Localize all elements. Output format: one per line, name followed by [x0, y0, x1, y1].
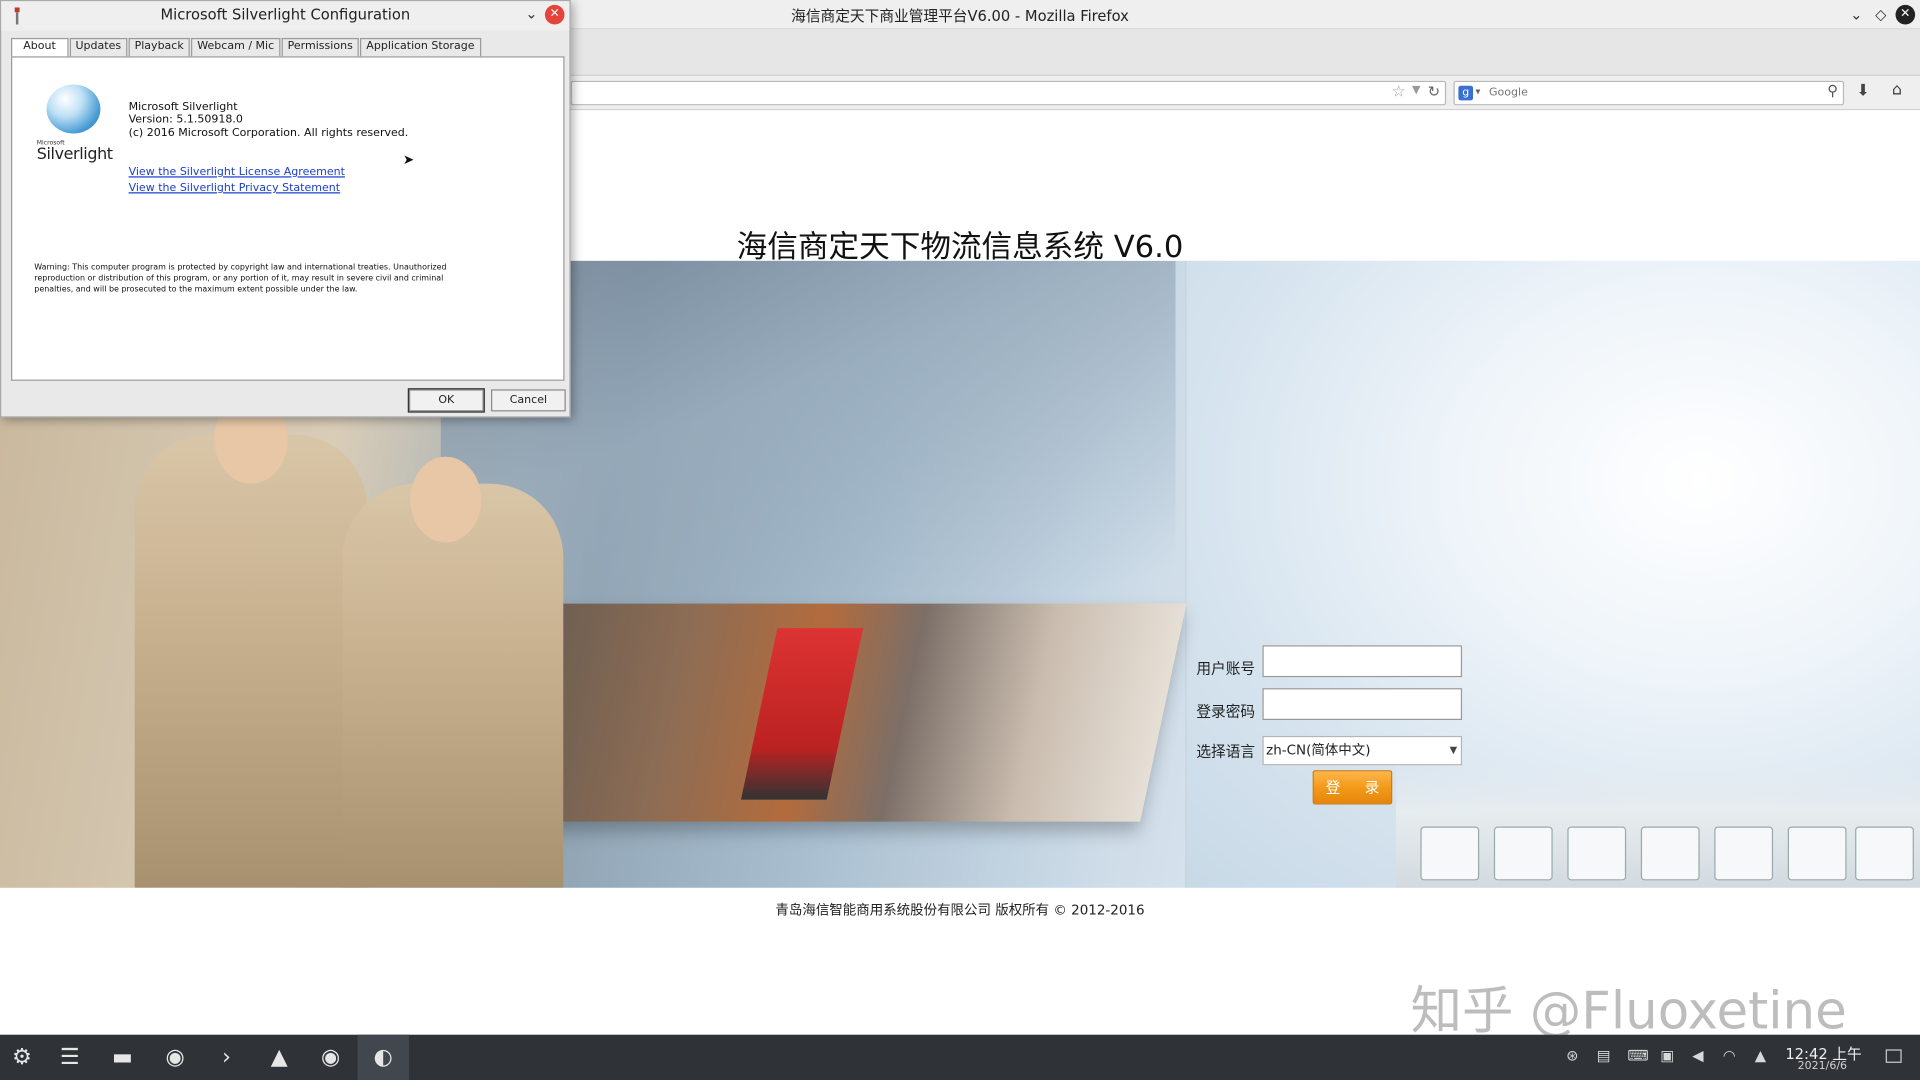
silverlight-config-dialog: Microsoft Silverlight Configuration ⌄ ✕ …	[0, 0, 571, 418]
notifications-icon[interactable]: ▣	[1660, 1047, 1674, 1064]
magnifier-icon[interactable]: ⚲	[1827, 82, 1838, 99]
maximize-icon[interactable]: ◇	[1871, 5, 1891, 25]
tab-updates[interactable]: Updates	[69, 37, 128, 57]
copyright-warning: Warning: This computer program is protec…	[34, 262, 447, 294]
tray-expand-icon[interactable]: ▲	[1755, 1047, 1766, 1064]
worker-male	[134, 434, 368, 888]
tab-application-storage[interactable]: Application Storage	[360, 37, 481, 57]
username-label: 用户账号	[1196, 660, 1256, 678]
silverlight-logo: Microsoft Silverlight	[37, 82, 123, 168]
dialog-titlebar[interactable]: Microsoft Silverlight Configuration ⌄ ✕	[1, 1, 570, 31]
cancel-button[interactable]: Cancel	[491, 389, 566, 412]
search-input[interactable]	[1488, 84, 1808, 102]
truck-shape	[1714, 826, 1774, 881]
silverlight-task-icon[interactable]: ◐	[365, 1040, 402, 1077]
worker-female-head	[410, 456, 482, 543]
clipboard-icon[interactable]: ▤	[1597, 1047, 1611, 1064]
file-manager-icon[interactable]: ▬	[104, 1040, 141, 1077]
close-icon[interactable]: ✕	[1895, 4, 1916, 25]
truck-shape	[1420, 826, 1480, 881]
privacy-statement-link[interactable]: View the Silverlight Privacy Statement	[129, 182, 341, 194]
truck-shape	[1787, 826, 1847, 881]
password-label: 登录密码	[1196, 702, 1256, 721]
product-name: Microsoft Silverlight	[128, 101, 238, 114]
minimize-icon[interactable]: ⌄	[1847, 5, 1867, 25]
truck-shape	[1855, 826, 1914, 881]
app-launcher-icon[interactable]: ⚙	[4, 1040, 41, 1077]
home-icon[interactable]: ⌂	[1892, 81, 1902, 99]
taskbar: ⚙ ☰ ▬ ◉ › ▲ ◉ ◐ ⊛ ▤ ⌨ ▣ ◀ ◠ ▲ 12:42 上午 2…	[0, 1034, 1920, 1080]
bookmark-star-icon[interactable]: ☆	[1391, 83, 1405, 101]
banner-divider	[1185, 260, 1187, 888]
truck-shape	[1493, 826, 1553, 881]
language-select[interactable]: zh-CN(简体中文) ▼	[1262, 735, 1463, 766]
username-input[interactable]	[1262, 645, 1463, 678]
silverlight-orb-icon	[46, 84, 101, 134]
firefox-window-icon[interactable]: ◉	[312, 1040, 349, 1077]
system-monitor-icon[interactable]: ▲	[261, 1040, 298, 1077]
password-input[interactable]	[1262, 688, 1463, 721]
dropdown-arrow-icon[interactable]: ▼	[1450, 737, 1458, 764]
mouse-cursor-icon: ➤	[402, 151, 415, 168]
login-button[interactable]: 登 录	[1312, 770, 1393, 805]
product-version: Version: 5.1.50918.0	[128, 113, 243, 127]
chevron-down-icon[interactable]: ⌄	[525, 5, 537, 22]
language-label: 选择语言	[1196, 743, 1256, 761]
workers-illustration	[98, 395, 564, 888]
system-settings-icon[interactable]: ☰	[51, 1040, 88, 1077]
url-bar[interactable]: ☆ ▼ ↻	[570, 80, 1447, 106]
zhihu-watermark: 知乎 @Fluoxetine	[1410, 980, 1847, 1035]
clock-date[interactable]: 2021/6/6	[1798, 1060, 1847, 1072]
tab-webcam-mic[interactable]: Webcam / Mic	[191, 37, 281, 57]
tab-permissions[interactable]: Permissions	[281, 37, 359, 57]
license-agreement-link[interactable]: View the Silverlight License Agreement	[129, 167, 345, 179]
firefox-icon[interactable]: ◉	[157, 1040, 194, 1077]
search-bar[interactable]: g ▾ ⚲	[1453, 80, 1845, 106]
desktop-screen: 海信商定天下商业管理平台V6.00 - Mozilla Firefox ⌄ ◇ …	[0, 0, 1920, 1080]
engine-dropdown-icon[interactable]: ▾	[1476, 86, 1481, 97]
logo-silverlight-text: Silverlight	[36, 145, 113, 165]
volume-icon[interactable]: ◀	[1692, 1047, 1703, 1064]
ok-button[interactable]: OK	[407, 388, 485, 413]
truck-shape	[1567, 826, 1627, 881]
google-engine-icon[interactable]: g	[1458, 85, 1474, 101]
show-desktop-icon[interactable]	[1885, 1049, 1902, 1063]
truck-shape	[1640, 826, 1700, 881]
download-icon[interactable]: ⬇	[1856, 82, 1869, 100]
history-dropdown-icon[interactable]: ▼	[1412, 84, 1420, 96]
dialog-tabs: About Updates Playback Webcam / Mic Perm…	[11, 37, 482, 59]
about-panel: Microsoft Silverlight Microsoft Silverli…	[11, 56, 565, 381]
terminal-icon[interactable]: ›	[208, 1040, 245, 1077]
input-method-icon[interactable]: ⊛	[1566, 1047, 1578, 1064]
tab-playback[interactable]: Playback	[128, 37, 190, 57]
truck-fleet-illustration	[1395, 762, 1920, 888]
keyboard-icon[interactable]: ⌨	[1627, 1047, 1648, 1064]
worker-female	[342, 483, 564, 888]
reload-icon[interactable]: ↻	[1428, 83, 1440, 100]
wifi-icon[interactable]: ◠	[1723, 1047, 1736, 1064]
close-icon[interactable]: ✕	[544, 4, 565, 25]
product-copyright: (c) 2016 Microsoft Corporation. All righ…	[128, 127, 409, 140]
language-select-value: zh-CN(简体中文)	[1266, 742, 1371, 758]
dialog-title: Microsoft Silverlight Configuration	[160, 6, 411, 24]
copyright-text: 青岛海信智能商用系统股份有限公司 版权所有 © 2012-2016	[775, 902, 1145, 919]
